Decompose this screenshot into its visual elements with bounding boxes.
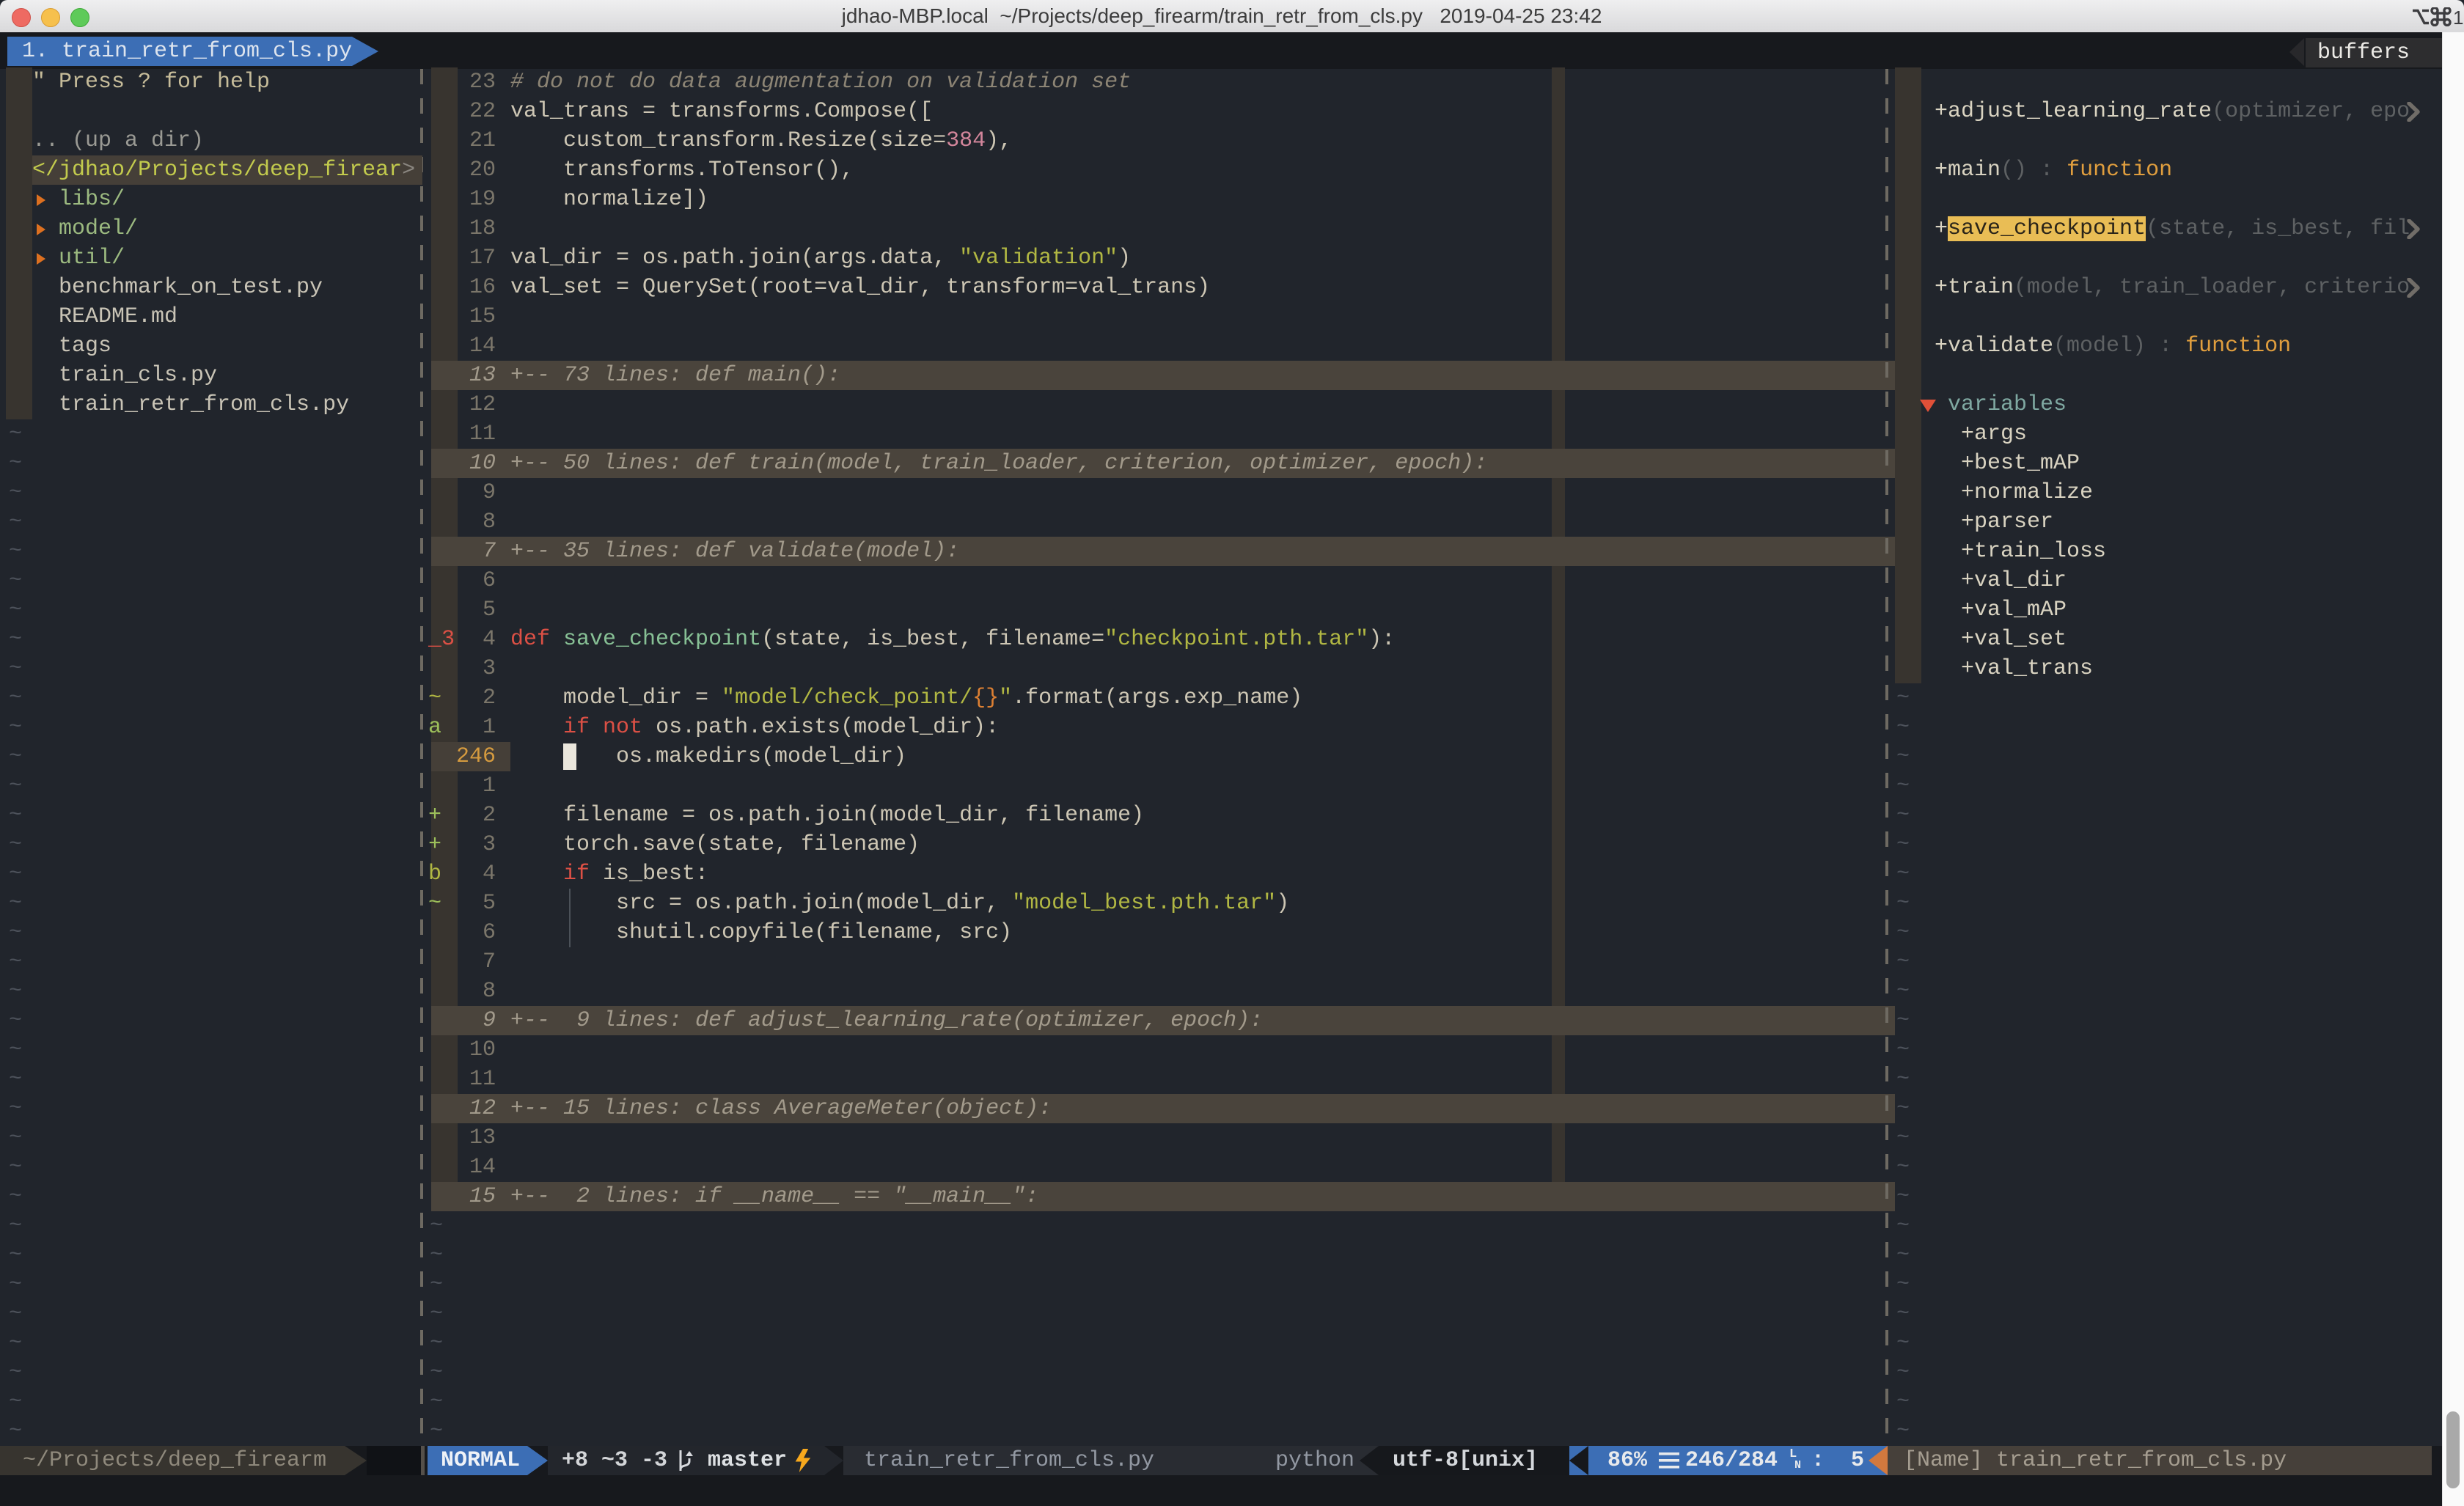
svg-text:1: 1	[2453, 7, 2463, 26]
